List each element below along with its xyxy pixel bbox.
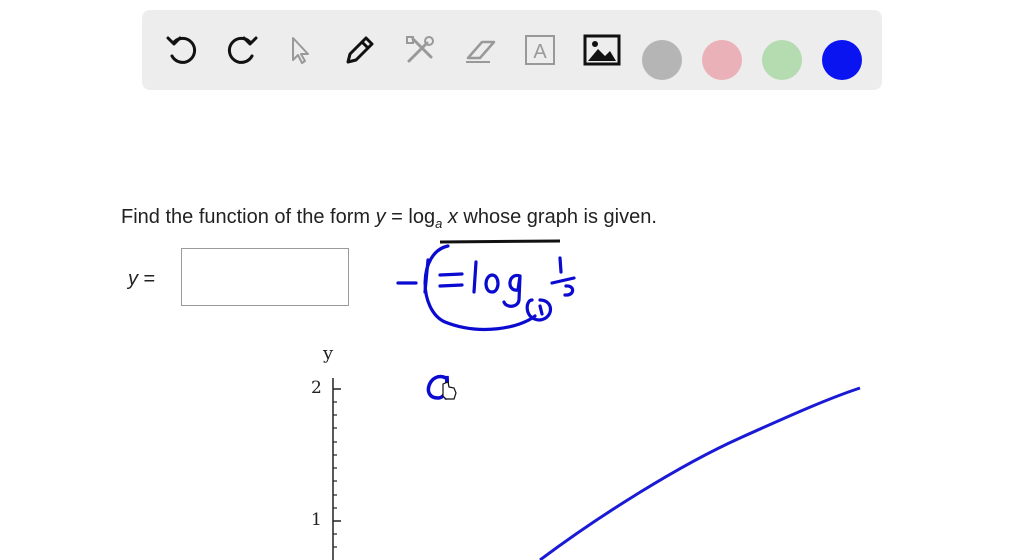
question-prefix: Find the function of the form — [121, 206, 376, 228]
question-text: Find the function of the form y = loga x… — [121, 206, 657, 231]
y-axis-label: y — [323, 343, 334, 364]
tick-label-1: 1 — [311, 510, 322, 530]
overline-mark — [439, 239, 561, 244]
drawing-toolbar: A — [142, 10, 882, 90]
answer-input[interactable] — [181, 248, 349, 306]
color-swatch-green[interactable] — [762, 40, 802, 80]
color-swatch-pink[interactable] — [702, 40, 742, 80]
svg-text:A: A — [533, 41, 547, 63]
question-x: x — [442, 206, 458, 228]
answer-y: y — [128, 268, 138, 290]
hand-cursor-icon — [442, 381, 457, 400]
image-icon[interactable] — [582, 30, 622, 70]
question-suffix: whose graph is given. — [457, 206, 657, 228]
eraser-icon[interactable] — [460, 30, 500, 70]
minor-ticks — [333, 401, 337, 548]
handwritten-a — [426, 374, 449, 400]
color-swatch-blue[interactable] — [822, 40, 862, 80]
answer-eq: = — [138, 268, 156, 290]
text-icon[interactable]: A — [520, 30, 560, 70]
pointer-icon[interactable] — [280, 30, 320, 70]
answer-label: y = — [128, 268, 155, 291]
undo-icon[interactable] — [162, 30, 202, 70]
pen-icon[interactable] — [340, 30, 380, 70]
handwriting-equation — [396, 244, 576, 331]
redo-icon[interactable] — [222, 30, 262, 70]
curve-series — [539, 386, 861, 560]
question-y: y — [375, 206, 386, 228]
tick-label-2: 2 — [311, 378, 322, 398]
color-swatch-gray[interactable] — [642, 40, 682, 80]
question-log: = log — [385, 206, 436, 228]
tools-icon[interactable] — [400, 30, 440, 70]
